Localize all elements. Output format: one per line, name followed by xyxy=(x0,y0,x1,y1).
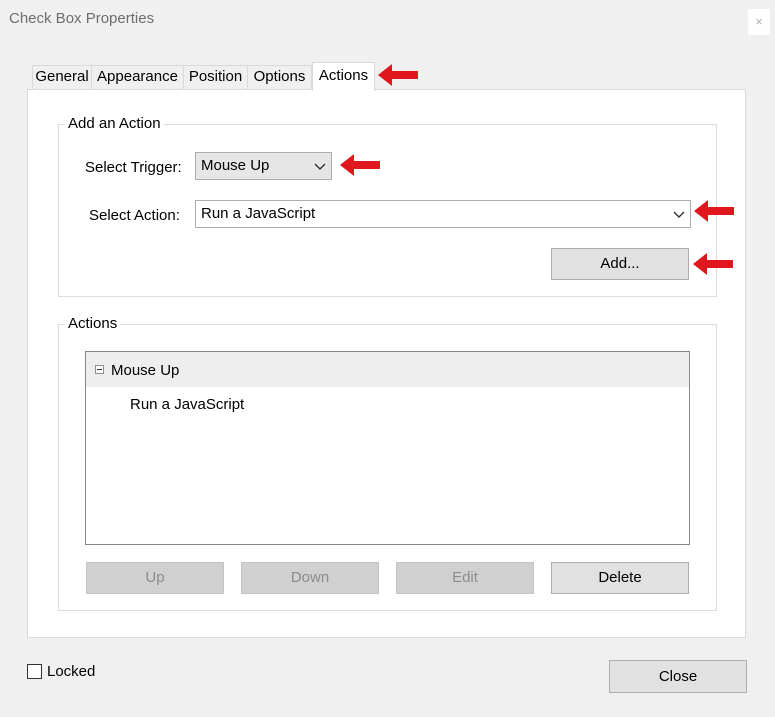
tree-trigger-label: Mouse Up xyxy=(111,362,180,379)
add-action-group-title: Add an Action xyxy=(65,115,164,132)
title-bar: Check Box Properties × xyxy=(0,0,775,38)
delete-button[interactable]: Delete xyxy=(551,562,689,594)
arrow-pointer-icon xyxy=(693,253,733,275)
tab-options[interactable]: Options xyxy=(247,65,312,90)
arrow-pointer-icon xyxy=(340,154,380,176)
close-icon[interactable]: × xyxy=(748,9,770,35)
chevron-down-icon xyxy=(314,163,326,170)
collapse-icon[interactable] xyxy=(95,365,104,374)
arrow-pointer-icon xyxy=(694,200,734,222)
edit-button[interactable]: Edit xyxy=(396,562,534,594)
tab-appearance[interactable]: Appearance xyxy=(91,65,184,90)
chevron-down-icon xyxy=(673,211,685,218)
tree-row-action[interactable]: Run a JavaScript xyxy=(86,387,689,421)
down-button[interactable]: Down xyxy=(241,562,379,594)
close-button[interactable]: Close xyxy=(609,660,747,693)
window-title: Check Box Properties xyxy=(9,10,155,27)
select-action-label: Select Action: xyxy=(89,207,180,224)
tab-general[interactable]: General xyxy=(32,65,92,90)
tree-row-trigger[interactable]: Mouse Up xyxy=(86,352,689,387)
locked-checkbox[interactable] xyxy=(27,664,42,679)
select-trigger-label: Select Trigger: xyxy=(85,159,182,176)
action-select[interactable]: Run a JavaScript xyxy=(195,200,691,228)
trigger-select[interactable]: Mouse Up xyxy=(195,152,332,180)
add-action-group: Add an Action Select Trigger: Mouse Up S… xyxy=(58,115,717,297)
actions-group-title: Actions xyxy=(65,315,121,332)
action-select-value: Run a JavaScript xyxy=(201,205,316,222)
actions-panel: Add an Action Select Trigger: Mouse Up S… xyxy=(27,89,746,638)
arrow-pointer-icon xyxy=(378,64,418,86)
trigger-select-value: Mouse Up xyxy=(201,157,270,174)
tree-action-label: Run a JavaScript xyxy=(130,396,245,413)
add-action-button[interactable]: Add... xyxy=(551,248,689,280)
tab-actions[interactable]: Actions xyxy=(312,62,375,91)
up-button[interactable]: Up xyxy=(86,562,224,594)
tab-position[interactable]: Position xyxy=(183,65,248,90)
locked-label: Locked xyxy=(47,663,96,680)
actions-tree[interactable]: Mouse Up Run a JavaScript xyxy=(85,351,690,545)
actions-group: Actions Mouse Up Run a JavaScript Up Dow… xyxy=(58,315,717,611)
